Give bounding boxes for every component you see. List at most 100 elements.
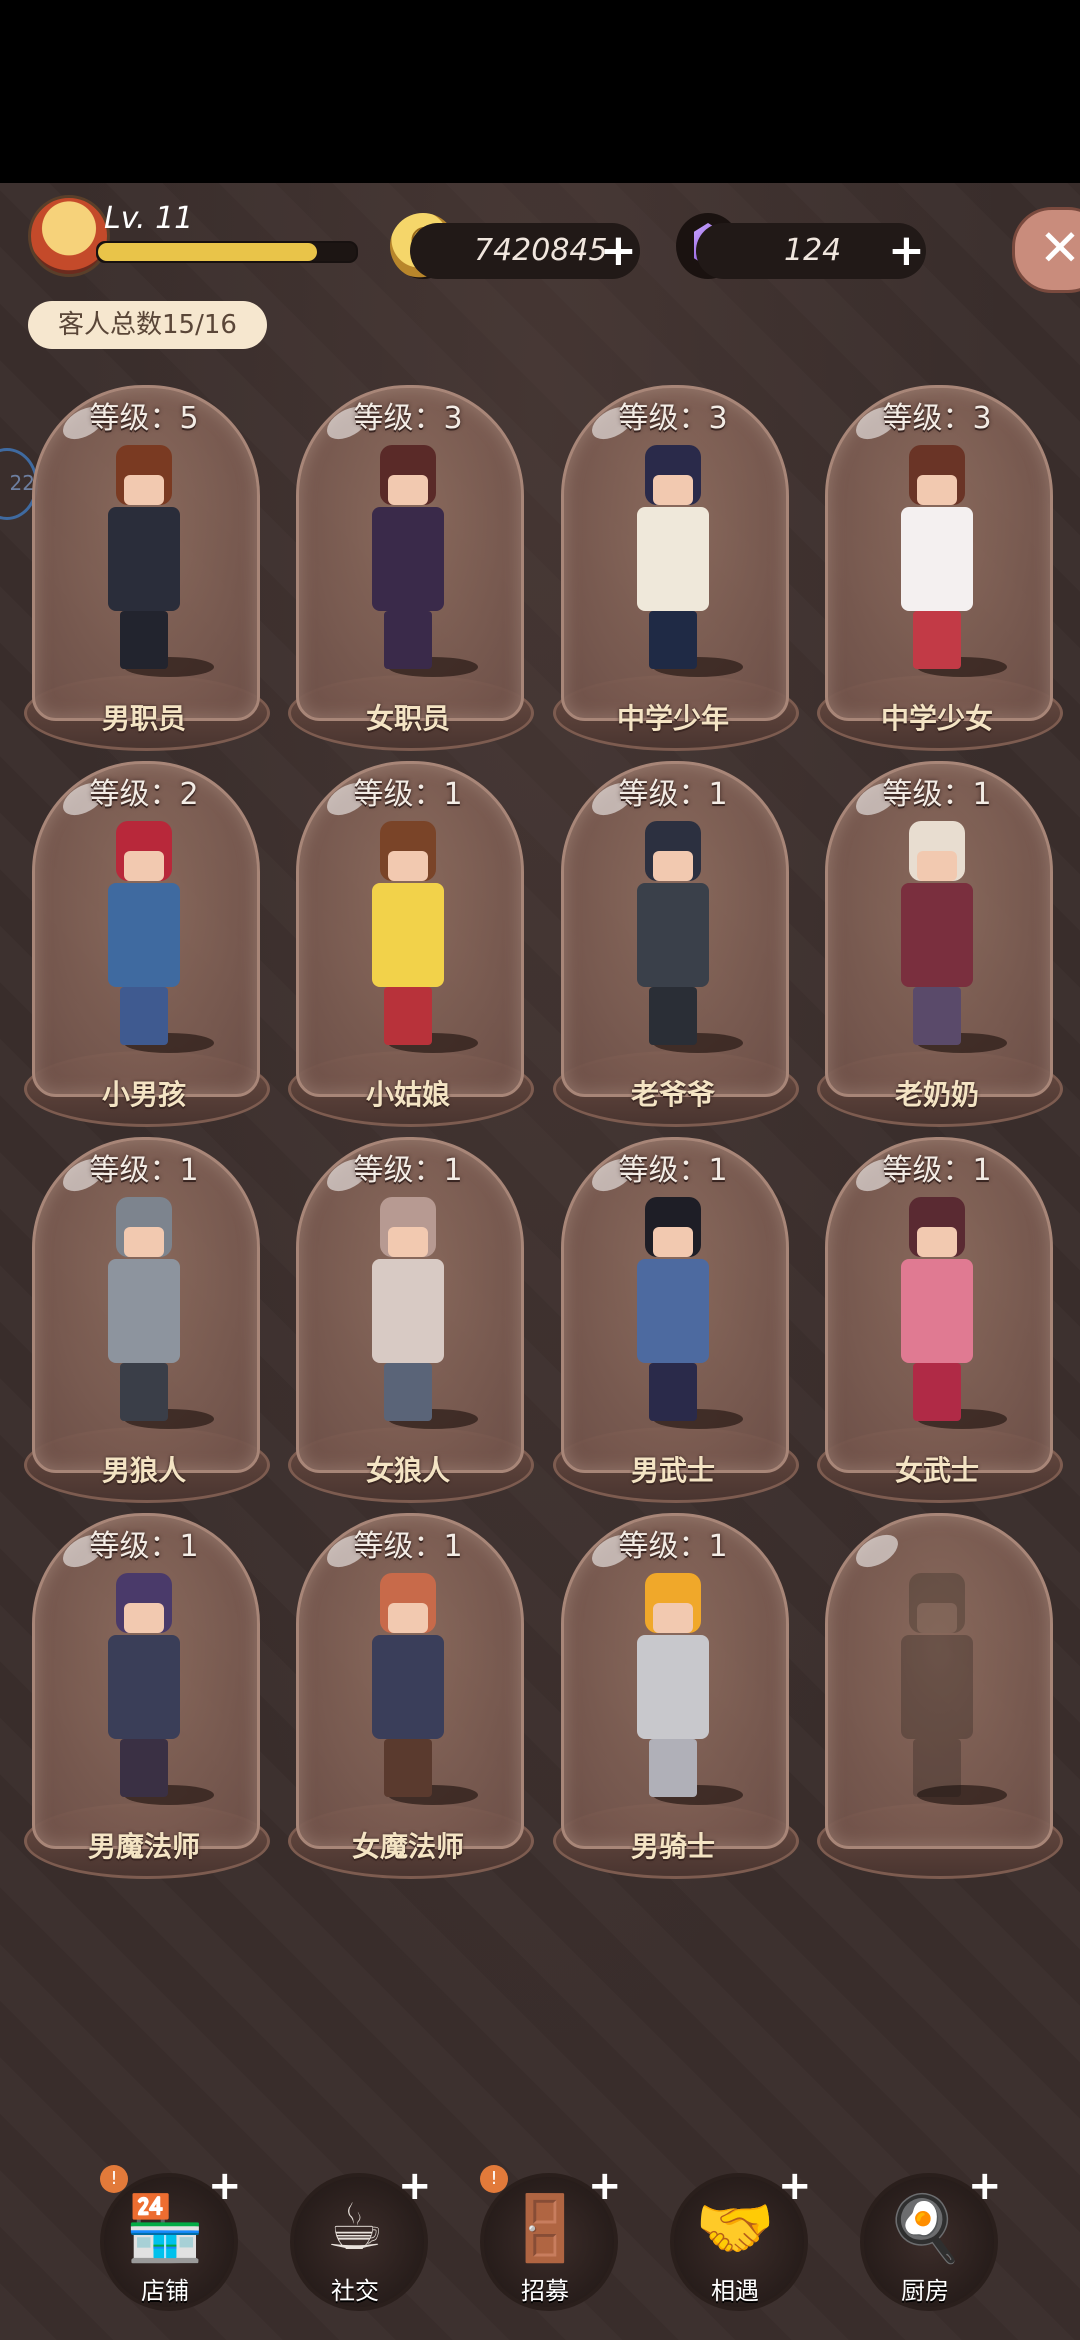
nav-plus-icon: + <box>398 2163 432 2209</box>
sprite-face <box>124 475 164 505</box>
customer-name: 男职员 <box>101 702 186 735</box>
nav-frying-pan[interactable]: 🍳 厨房 + <box>860 2163 1002 2313</box>
nav-label: 相遇 <box>711 2277 759 2305</box>
add-coins-button[interactable]: + <box>600 225 637 276</box>
nav-plus-icon: + <box>778 2163 812 2209</box>
customer-level: 等级：5 <box>89 401 199 436</box>
customer-name: 女武士 <box>894 1454 979 1487</box>
sprite-legs <box>913 987 961 1045</box>
nav-shop[interactable]: 🏪 店铺 + ! <box>100 2163 242 2313</box>
sprite-top <box>108 1635 180 1739</box>
nav-label: 厨房 <box>901 2277 949 2305</box>
player-avatar[interactable] <box>28 195 110 277</box>
customer-name: 老奶奶 <box>894 1078 979 1111</box>
coin-amount: 7420845 <box>474 233 608 268</box>
bottom-nav: 🏪 店铺 + ! ☕ 社交 + 🚪 招募 + ! 🤝 相遇 + 🍳 厨房 + <box>0 2163 1080 2323</box>
customer-name: 男魔法师 <box>87 1830 200 1863</box>
nav-handshake[interactable]: 🤝 相遇 + <box>670 2163 812 2313</box>
sprite-legs <box>120 1739 168 1797</box>
close-button[interactable]: ✕ <box>1012 207 1080 293</box>
sprite-face <box>124 1227 164 1257</box>
sprite-face <box>388 475 428 505</box>
sprite-legs <box>913 611 961 669</box>
customer-level: 等级：1 <box>882 1153 992 1188</box>
customer-name: 男骑士 <box>630 1830 715 1863</box>
nav-recruit-door[interactable]: 🚪 招募 + ! <box>480 2163 622 2313</box>
customer-dome[interactable]: 等级：1 小姑娘 <box>288 761 534 1141</box>
sprite-top <box>637 883 709 987</box>
customer-name: 男武士 <box>630 1454 715 1487</box>
customer-sprite <box>887 445 987 675</box>
sprite-top <box>901 1635 973 1739</box>
sprite-top <box>637 507 709 611</box>
sprite-top <box>108 507 180 611</box>
customer-level: 等级：1 <box>89 1153 199 1188</box>
game-screen: Lv. 11 7420845 + 124 + ✕ 客人总数15/16 22 等级… <box>0 183 1080 2340</box>
customer-dome[interactable]: 等级：1 女魔法师 <box>288 1513 534 1893</box>
sprite-top <box>372 883 444 987</box>
customer-sprite <box>358 1197 458 1427</box>
xp-bar <box>96 241 358 263</box>
coin-counter: 7420845 + <box>410 223 640 279</box>
nav-coffee-cup[interactable]: ☕ 社交 + <box>290 2163 432 2313</box>
customer-dome[interactable]: 等级：2 小男孩 <box>24 761 270 1141</box>
sprite-top <box>901 883 973 987</box>
customer-level: 等级：1 <box>353 777 463 812</box>
customer-dome[interactable]: 等级：1 老奶奶 <box>817 761 1063 1141</box>
nav-plus-icon: + <box>208 2163 242 2209</box>
sprite-legs <box>384 987 432 1045</box>
customer-name: 中学少女 <box>880 702 993 735</box>
sprite-legs <box>649 1363 697 1421</box>
customer-dome[interactable]: 等级：1 男骑士 <box>553 1513 799 1893</box>
sprite-legs <box>384 611 432 669</box>
customer-sprite <box>358 821 458 1051</box>
customer-total-badge: 客人总数15/16 <box>28 301 267 349</box>
nav-label: 社交 <box>331 2277 379 2305</box>
customer-dome[interactable]: 等级：1 女狼人 <box>288 1137 534 1517</box>
customer-sprite <box>623 1573 723 1803</box>
customer-level: 等级：1 <box>618 1529 728 1564</box>
customer-level: 等级：1 <box>618 1153 728 1188</box>
sprite-legs <box>120 987 168 1045</box>
sprite-legs <box>649 987 697 1045</box>
sprite-top <box>372 1635 444 1739</box>
sprite-top <box>637 1259 709 1363</box>
customer-dome[interactable]: 等级：1 男狼人 <box>24 1137 270 1517</box>
customer-level: 等级：1 <box>353 1529 463 1564</box>
sprite-face <box>653 851 693 881</box>
customer-name: 男狼人 <box>101 1454 186 1487</box>
customer-level: 等级：1 <box>882 777 992 812</box>
customer-dome[interactable]: 等级：3 中学少女 <box>817 385 1063 765</box>
customer-sprite <box>94 445 194 675</box>
customer-level: 等级：2 <box>89 777 199 812</box>
gem-counter: 124 + <box>696 223 926 279</box>
customer-sprite <box>623 1197 723 1427</box>
sprite-face <box>917 1227 957 1257</box>
sprite-legs <box>913 1363 961 1421</box>
customer-dome[interactable]: 等级：1 女武士 <box>817 1137 1063 1517</box>
sprite-face <box>653 475 693 505</box>
customer-name: 老爷爷 <box>630 1078 715 1111</box>
customer-name: 女职员 <box>365 702 450 735</box>
customer-dome[interactable]: 等级：5 男职员 <box>24 385 270 765</box>
customer-level: 等级：3 <box>618 401 728 436</box>
sprite-face <box>124 1603 164 1633</box>
customer-name: 女魔法师 <box>351 1830 464 1863</box>
sprite-legs <box>120 611 168 669</box>
sprite-face <box>653 1603 693 1633</box>
sprite-legs <box>384 1363 432 1421</box>
sprite-face <box>124 851 164 881</box>
customer-dome[interactable]: 等级：3 女职员 <box>288 385 534 765</box>
sprite-legs <box>649 611 697 669</box>
customer-dome[interactable]: 等级：3 中学少年 <box>553 385 799 765</box>
customer-dome[interactable]: 等级：1 男武士 <box>553 1137 799 1517</box>
locked-customer-dome[interactable] <box>817 1513 1063 1893</box>
sprite-top <box>372 507 444 611</box>
customer-dome[interactable]: 等级：1 老爷爷 <box>553 761 799 1141</box>
customer-name: 中学少年 <box>616 702 729 735</box>
customer-sprite <box>887 1573 987 1803</box>
customer-dome[interactable]: 等级：1 男魔法师 <box>24 1513 270 1893</box>
add-gems-button[interactable]: + <box>888 225 925 276</box>
sprite-face <box>917 475 957 505</box>
customer-sprite <box>358 1573 458 1803</box>
